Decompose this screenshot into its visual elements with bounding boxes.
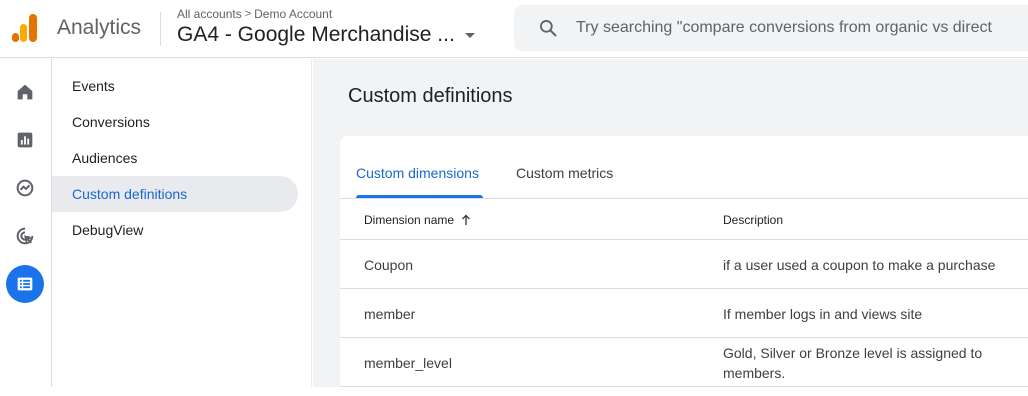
advertising-button[interactable] [6,217,44,255]
reports-icon [17,132,33,148]
table-row[interactable]: member If member logs in and views site [340,289,1028,338]
tab-bar: Custom dimensions Custom metrics [340,136,1028,199]
nav-item-custom-definitions[interactable]: Custom definitions [52,176,298,212]
search-bar[interactable] [514,5,1028,51]
configure-icon [17,277,33,291]
page-title: Custom definitions [348,85,513,107]
breadcrumb-root[interactable]: All accounts [177,7,242,21]
configure-button[interactable] [6,265,44,303]
nav-item-debugview[interactable]: DebugView [52,212,298,248]
nav-item-audiences[interactable]: Audiences [52,140,298,176]
main-content: Custom definitions Custom dimensions Cus… [313,59,1028,396]
tab-custom-dimensions[interactable]: Custom dimensions [356,165,479,181]
table-row[interactable]: Coupon if a user used a coupon to make a… [340,240,1028,289]
column-header-dimension-name[interactable]: Dimension name [364,213,472,227]
dimension-name-cell: member_level [364,354,452,371]
breadcrumb[interactable]: All accounts > Demo Account [177,7,332,21]
table-row[interactable]: member_level Gold, Silver or Bronze leve… [340,338,1028,387]
property-name: GA4 - Google Merchandise ... [177,23,455,46]
property-selector[interactable]: GA4 - Google Merchandise ... [177,23,475,47]
active-tab-indicator [356,195,483,198]
breadcrumb-separator-icon: > [244,8,252,20]
tab-custom-metrics[interactable]: Custom metrics [516,165,613,181]
description-cell: if a user used a coupon to make a purcha… [723,256,996,273]
definitions-card: Custom dimensions Custom metrics Dimensi… [340,136,1028,396]
description-cell: Gold, Silver or Bronze level is assigned… [723,344,983,381]
dimension-name-cell: Coupon [364,256,414,273]
dropdown-caret-icon [464,32,475,38]
home-button[interactable] [6,73,44,111]
dimension-name-cell: member [364,305,416,322]
description-cell: If member logs in and views site [723,305,923,322]
home-icon [17,84,33,100]
top-bar: Analytics All accounts > Demo Account GA… [0,0,1028,58]
table-header: Dimension name Description [340,199,1028,240]
divider [160,12,161,46]
app-name: Analytics [57,16,142,39]
nav-item-conversions[interactable]: Conversions [52,104,298,140]
explore-button[interactable] [6,169,44,207]
advertising-icon [16,227,34,245]
sort-ascending-icon [462,214,471,225]
left-rail [0,59,52,387]
explore-icon [16,179,34,197]
column-header-label: Dimension name [364,213,455,227]
breadcrumb-account[interactable]: Demo Account [254,7,332,21]
analytics-logo-icon[interactable] [12,14,38,44]
reports-button[interactable] [6,121,44,159]
search-input[interactable] [576,15,1028,41]
configure-nav: Events Conversions Audiences Custom defi… [52,59,312,387]
column-header-description[interactable]: Description [723,213,783,227]
search-icon [540,20,557,37]
column-header-label: Description [723,213,784,227]
nav-item-events[interactable]: Events [52,68,298,104]
